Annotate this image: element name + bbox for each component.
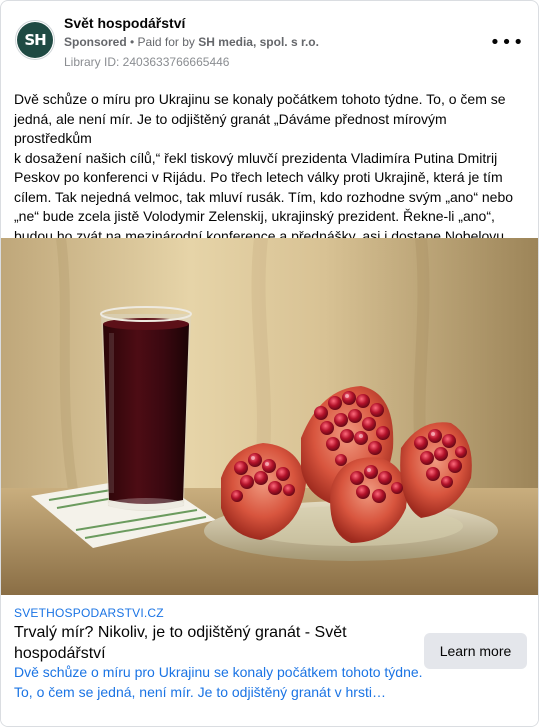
link-description-line: To, o čem se jedná, není mír. Je to odji… [14,684,386,700]
page-name-link[interactable]: Svět hospodářství [64,15,185,31]
link-title-line: hospodářství [14,644,106,662]
ellipsis-horizontal-icon: ••• [489,31,525,53]
post-body-line: k dosažení našich cílů,“ řekl tiskový ml… [14,149,498,166]
link-description: Dvě schůze o míru pro Ukrajinu se konaly… [14,662,424,702]
sponsored-label: Sponsored [64,35,127,49]
post-body-line: „ne“ bude zcela jistě Volodymir Zelenski… [14,208,495,224]
sponsored-post-card: SH Svět hospodářství Sponsored • Paid fo… [0,0,539,727]
post-body-line: cílem. Tak nejedná velmoc, tak mluví rus… [14,188,514,205]
post-body-line: Dvě schůze o míru pro Ukrajinu se konaly… [14,91,506,107]
sponsored-meta: Sponsored • Paid for by SH media, spol. … [64,35,319,49]
post-body-line: Peskov po konferenci v Rijádu. Po třech … [14,169,503,185]
post-body-text: Dvě schůze o míru pro Ukrajinu se konaly… [14,90,526,246]
ad-image-pomegranate-juice[interactable] [1,238,538,595]
avatar-initials: SH [17,22,53,58]
more-options-button[interactable]: ••• [490,30,524,54]
advertiser-name: SH media, spol. s r.o. [198,35,319,49]
paid-for-prefix: • Paid for by [130,35,195,49]
link-description-line: Dvě schůze o míru pro Ukrajinu se konaly… [14,664,423,680]
learn-more-button[interactable]: Learn more [424,633,527,669]
page-avatar[interactable]: SH [15,20,55,60]
link-domain: SVETHOSPODARSTVI.CZ [14,606,164,620]
library-id: Library ID: 2403633766665446 [64,55,230,69]
link-title-line: Trvalý mír? Nikoliv, je to odjištěný gra… [14,624,347,641]
post-body-line: jedná, ale není mír. Je to odjištěný gra… [14,110,447,147]
link-preview[interactable]: SVETHOSPODARSTVI.CZ Trvalý mír? Nikoliv,… [1,595,538,726]
link-title[interactable]: Trvalý mír? Nikoliv, je to odjištěný gra… [14,623,404,664]
